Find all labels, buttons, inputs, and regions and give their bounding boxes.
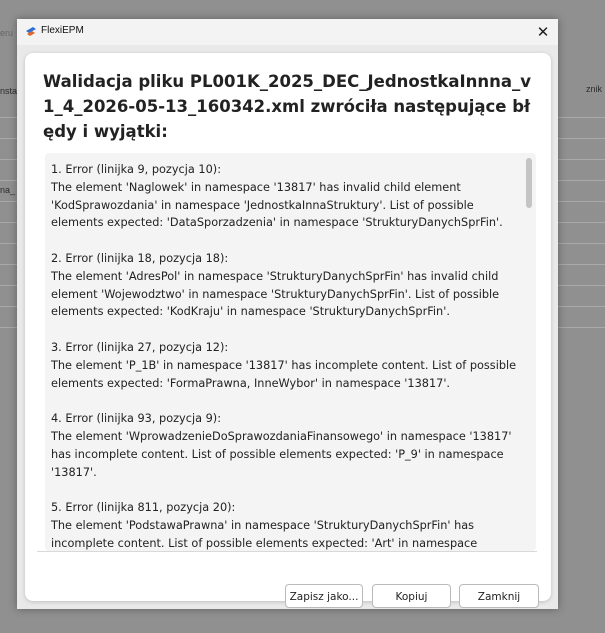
error-item: 5. Error (linijka 811, pozycja 20): The … (51, 499, 521, 551)
flexiepm-logo-icon (26, 27, 36, 36)
window-close-button[interactable]: ✕ (532, 21, 554, 43)
dialog-heading: Walidacja pliku PL001K_2025_DEC_Jednostk… (43, 72, 532, 141)
window-title: FlexiEPM (41, 25, 84, 36)
dialog-card: Walidacja pliku PL001K_2025_DEC_Jednostk… (25, 53, 551, 608)
error-title: 3. Error (linijka 27, pozycja 12): (51, 340, 229, 354)
errors-scrollbar-thumb[interactable] (526, 158, 532, 208)
error-item: 2. Error (linijka 18, pozycja 18): The e… (51, 250, 521, 321)
error-item: 1. Error (linijka 9, pozycja 10): The el… (51, 161, 521, 232)
error-item: 4. Error (linijka 93, pozycja 9): The el… (51, 410, 521, 481)
error-title: 2. Error (linijka 18, pozycja 18): (51, 251, 229, 265)
validation-dialog-window: FlexiEPM ✕ Walidacja pliku PL001K_2025_D… (17, 19, 558, 609)
error-message: The element 'Naglowek' in namespace '138… (51, 180, 503, 230)
error-message: The element 'PodstawaPrawna' in namespac… (51, 518, 478, 550)
error-item: 3. Error (linijka 27, pozycja 12): The e… (51, 339, 521, 392)
errors-list: 1. Error (linijka 9, pozycja 10): The el… (51, 161, 521, 551)
error-message: The element 'P_1B' in namespace '13817' … (51, 358, 517, 390)
errors-scrollbar[interactable] (525, 153, 534, 549)
background-column-header: znik (586, 84, 603, 94)
window-titlebar: FlexiEPM ✕ (17, 19, 558, 45)
error-message: The element 'AdresPol' in namespace 'Str… (51, 269, 500, 319)
copy-button[interactable]: Kopiuj (372, 584, 451, 608)
error-title: 1. Error (linijka 9, pozycja 10): (51, 163, 221, 176)
error-title: 4. Error (linijka 93, pozycja 9): (51, 412, 221, 426)
close-button[interactable]: Zamknij (459, 584, 539, 608)
background-cell-fragment: na_ (0, 185, 16, 195)
save-as-button[interactable]: Zapisz jako... (285, 584, 363, 608)
errors-scroll-area[interactable]: 1. Error (linijka 9, pozycja 10): The el… (45, 153, 536, 551)
background-column-header: nsta (0, 86, 18, 96)
errors-bottom-divider (37, 551, 537, 552)
error-message: The element 'WprowadzenieDoSprawozdaniaF… (51, 429, 512, 479)
error-title: 5. Error (linijka 811, pozycja 20): (51, 501, 236, 515)
background-text-fragment: eru (0, 28, 14, 38)
